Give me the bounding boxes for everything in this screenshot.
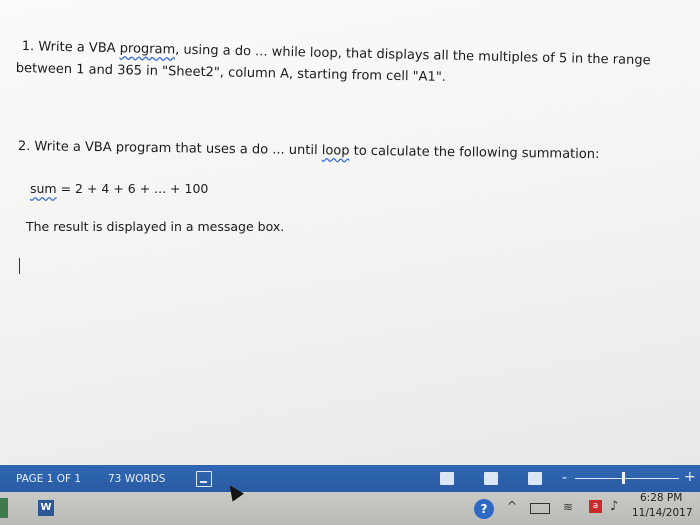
volume-icon[interactable]: ♪: [610, 499, 618, 514]
page-count[interactable]: PAGE 1 OF 1: [16, 473, 81, 485]
q2-prefix: 2. Write a VBA program that uses a do ..…: [17, 138, 322, 159]
help-icon[interactable]: ?: [474, 499, 494, 519]
text-cursor: [19, 258, 20, 274]
formula-flagged-word[interactable]: sum: [30, 181, 57, 196]
q2-suffix: to calculate the following summation:: [349, 143, 600, 163]
taskbar-app-stub[interactable]: [0, 498, 8, 518]
battery-icon[interactable]: [530, 503, 550, 514]
q1-prefix: 1. Write a VBA: [21, 38, 120, 57]
zoom-out-button[interactable]: -: [562, 470, 567, 486]
read-mode-icon[interactable]: [440, 472, 454, 485]
zoom-in-button[interactable]: +: [684, 469, 696, 485]
antivirus-icon[interactable]: a: [589, 500, 602, 513]
word-app-icon[interactable]: W: [38, 500, 54, 516]
screen: 1. Write a VBA program, using a do ... w…: [0, 0, 700, 525]
wifi-icon[interactable]: ≋: [563, 500, 573, 514]
q2-flagged-word[interactable]: loop: [322, 143, 350, 158]
tray-chevron-icon[interactable]: ^: [507, 499, 517, 513]
document-page[interactable]: 1. Write a VBA program, using a do ... w…: [0, 0, 700, 465]
q1-flagged-word[interactable]: program: [120, 41, 176, 57]
clock-date[interactable]: 11/14/2017: [632, 507, 693, 519]
result-line: The result is displayed in a message box…: [26, 219, 285, 234]
clock-time[interactable]: 6:28 PM: [640, 492, 682, 504]
print-layout-icon[interactable]: [484, 472, 498, 485]
question-2: 2. Write a VBA program that uses a do ..…: [18, 138, 600, 164]
zoom-slider-thumb[interactable]: [622, 472, 625, 484]
word-count[interactable]: 73 WORDS: [108, 473, 165, 485]
status-bar: PAGE 1 OF 1 73 WORDS - +: [0, 465, 700, 492]
taskbar: W ? ^ ≋ a ♪ 6:28 PM 11/14/2017: [0, 492, 700, 525]
proofing-icon[interactable]: [196, 471, 212, 487]
zoom-slider-track[interactable]: [575, 478, 679, 479]
summation-formula: sum = 2 + 4 + 6 + ... + 100: [30, 180, 208, 198]
formula-expression: = 2 + 4 + 6 + ... + 100: [56, 181, 209, 196]
web-layout-icon[interactable]: [528, 472, 542, 485]
